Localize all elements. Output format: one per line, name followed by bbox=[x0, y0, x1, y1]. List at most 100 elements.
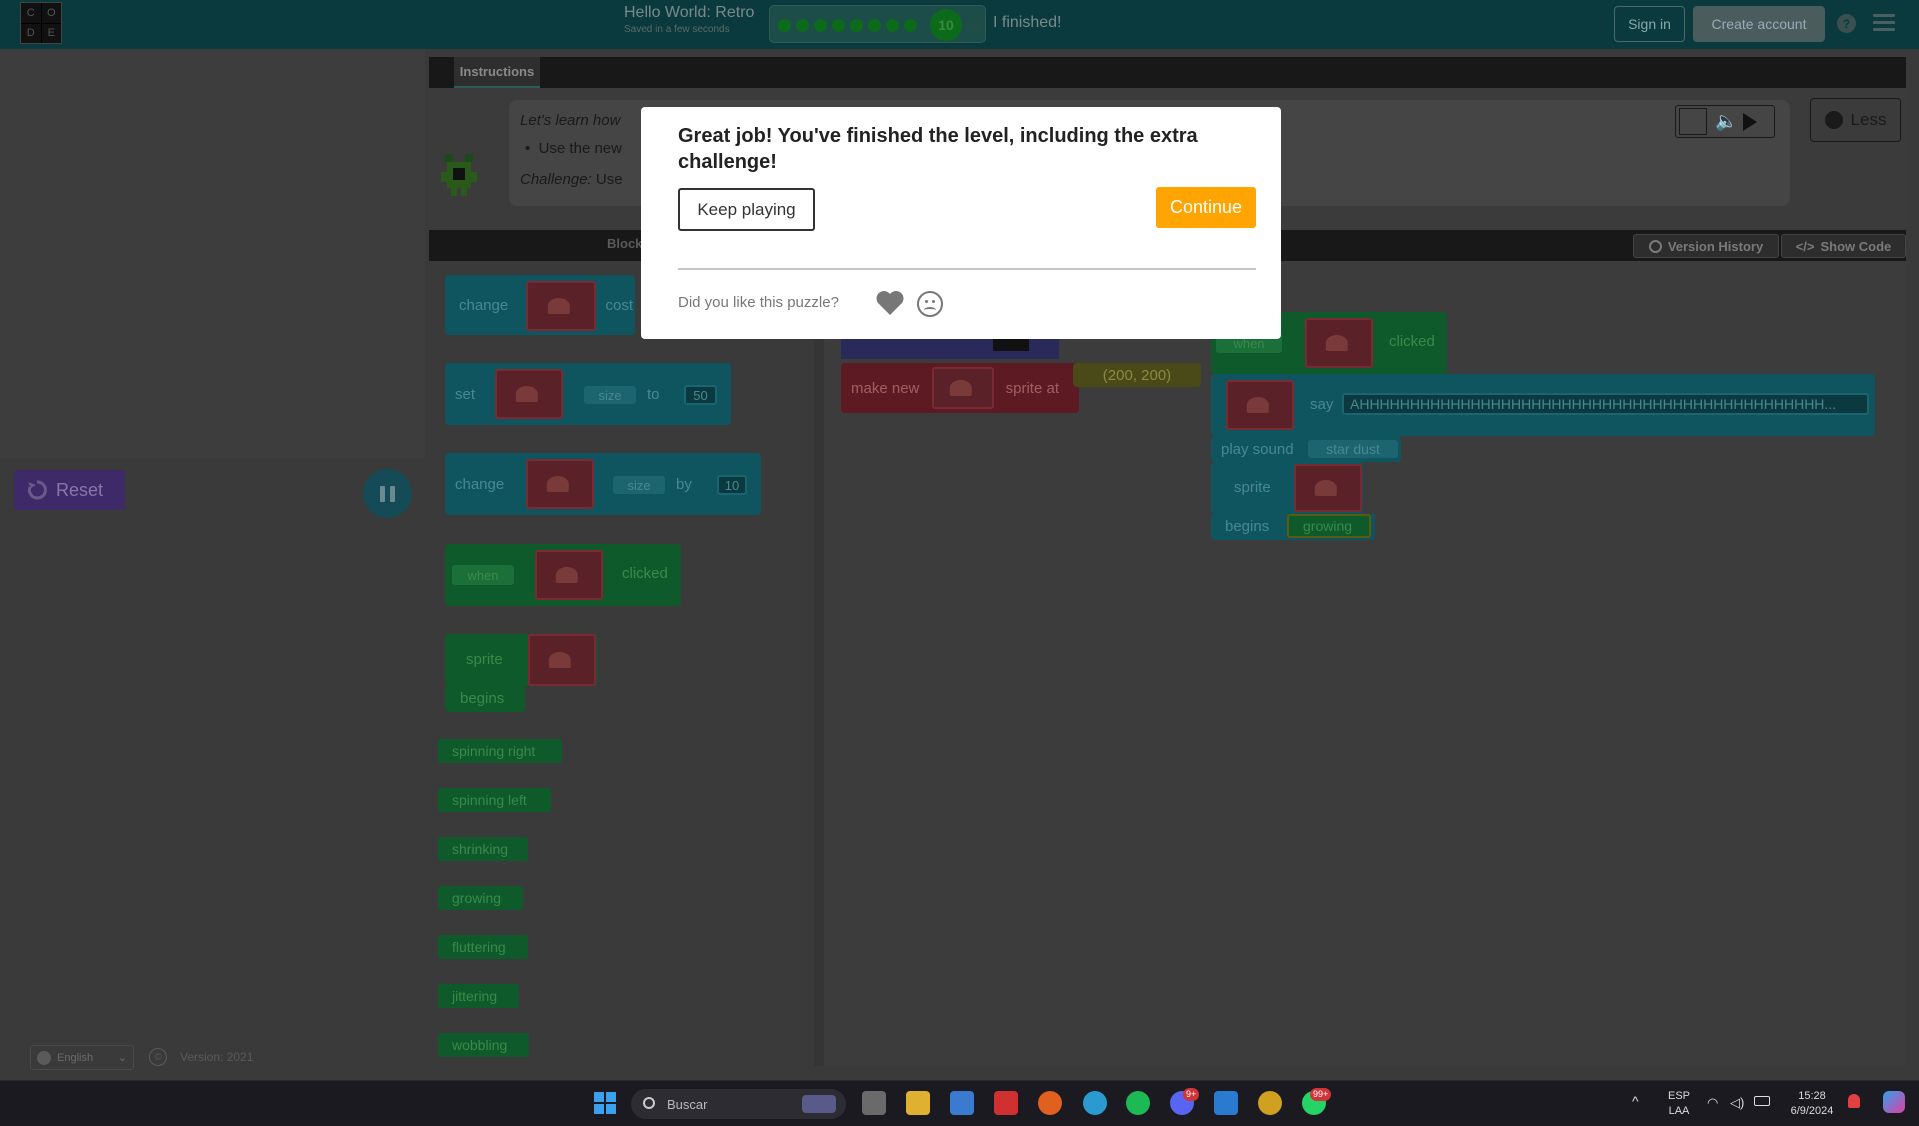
progress-dot[interactable] bbox=[850, 19, 863, 32]
copilot-icon[interactable] bbox=[1883, 1091, 1905, 1113]
code-icon: </> bbox=[1795, 238, 1815, 254]
less-button[interactable]: Less bbox=[1810, 98, 1901, 142]
block-label: sprite bbox=[466, 651, 503, 668]
level-title: Hello World: Retro bbox=[624, 4, 755, 21]
sprite-picker[interactable] bbox=[932, 367, 994, 409]
sound-dropdown[interactable]: star dust bbox=[1308, 440, 1398, 458]
reset-label: Reset bbox=[56, 479, 104, 500]
block-label: clicked bbox=[622, 565, 668, 582]
notification-bell-icon[interactable] bbox=[1848, 1094, 1860, 1108]
edge-icon[interactable] bbox=[1083, 1091, 1107, 1115]
sprite-picker[interactable] bbox=[526, 459, 594, 509]
help-icon[interactable]: ? bbox=[1837, 14, 1856, 33]
text-to-speech-icon[interactable] bbox=[1679, 108, 1707, 135]
file-explorer-icon[interactable] bbox=[906, 1091, 930, 1115]
show-code-button[interactable]: </> Show Code bbox=[1781, 234, 1906, 258]
chevron-up-icon bbox=[1824, 111, 1843, 129]
logo-letter: O bbox=[41, 3, 61, 23]
app-icon[interactable] bbox=[994, 1091, 1018, 1115]
hamburger-menu-icon[interactable] bbox=[1873, 14, 1895, 32]
toolbox-scrollbar[interactable] bbox=[814, 261, 824, 1066]
behavior-block[interactable]: spinning left bbox=[438, 788, 551, 812]
sprite-picker[interactable] bbox=[1294, 464, 1362, 512]
change-size-block[interactable]: change bbox=[445, 453, 761, 515]
current-level-dot[interactable]: 10 bbox=[930, 9, 962, 41]
play-icon[interactable] bbox=[1743, 112, 1758, 131]
block-label: clicked bbox=[1389, 333, 1435, 350]
chrome-icon[interactable] bbox=[1258, 1091, 1282, 1115]
sad-face-icon[interactable] bbox=[917, 291, 943, 317]
progress-dot[interactable] bbox=[904, 19, 917, 32]
whatsapp-badge: 99+ bbox=[1310, 1088, 1332, 1101]
progress-dot[interactable] bbox=[886, 19, 899, 32]
sprite-picker[interactable] bbox=[495, 369, 563, 419]
sprite-picker[interactable] bbox=[526, 281, 596, 331]
say-text-input[interactable]: AHHHHHHHHHHHHHHHHHHHHHHHHHHHHHHHHHHHHHHH… bbox=[1342, 393, 1869, 415]
number-input[interactable]: 10 bbox=[717, 475, 747, 495]
pause-button[interactable] bbox=[363, 469, 412, 518]
number-input[interactable]: 50 bbox=[684, 385, 717, 405]
taskbar-search[interactable]: Buscar bbox=[631, 1089, 846, 1119]
volume-icon[interactable]: 🔈 bbox=[1715, 111, 1737, 132]
reset-button[interactable]: Reset bbox=[14, 470, 125, 510]
block-label: change bbox=[455, 475, 505, 493]
continue-button[interactable]: Continue bbox=[1156, 187, 1256, 228]
color-swatch[interactable] bbox=[993, 339, 1029, 351]
tab-instructions[interactable]: Instructions bbox=[454, 57, 540, 88]
progress-dot[interactable] bbox=[778, 19, 791, 32]
store-icon[interactable] bbox=[950, 1091, 974, 1115]
sprite-picker[interactable] bbox=[535, 550, 603, 600]
input-language[interactable]: ESP LAA bbox=[1664, 1089, 1694, 1119]
block-label: sprite at bbox=[1005, 379, 1059, 397]
instructions-line: Let's learn how bbox=[520, 112, 621, 129]
chevron-up-icon[interactable]: ^ bbox=[1632, 1093, 1639, 1109]
behavior-block[interactable]: growing bbox=[438, 886, 523, 910]
create-account-button[interactable]: Create account bbox=[1693, 6, 1825, 42]
finished-link[interactable]: I finished! bbox=[993, 14, 1061, 32]
behavior-block[interactable]: shrinking bbox=[438, 837, 528, 861]
language-select[interactable]: English ⌄ bbox=[30, 1045, 134, 1070]
location-block[interactable]: (200, 200) bbox=[1073, 363, 1201, 387]
block-label: play sound bbox=[1221, 440, 1294, 458]
show-code-label: Show Code bbox=[1820, 238, 1892, 254]
behavior-block[interactable]: jittering bbox=[438, 984, 519, 1008]
sprite-picker[interactable] bbox=[1226, 380, 1294, 430]
progress-dot[interactable] bbox=[868, 19, 881, 32]
progress-dot[interactable] bbox=[796, 19, 809, 32]
progress-dot[interactable] bbox=[814, 19, 827, 32]
sign-in-button[interactable]: Sign in bbox=[1614, 6, 1685, 42]
saved-status: Saved in a few seconds bbox=[624, 24, 730, 35]
keep-playing-button[interactable]: Keep playing bbox=[678, 188, 815, 231]
firefox-icon[interactable] bbox=[1038, 1091, 1062, 1115]
volume-icon[interactable]: ◁) bbox=[1730, 1095, 1744, 1111]
version-history-label: Version History bbox=[1667, 238, 1764, 254]
version-history-button[interactable]: Version History bbox=[1633, 234, 1779, 258]
event-dropdown[interactable]: when bbox=[452, 565, 514, 585]
sprite-picker[interactable] bbox=[1305, 318, 1373, 368]
property-dropdown[interactable]: size bbox=[613, 476, 665, 494]
bonus-level-dot[interactable] bbox=[969, 20, 979, 30]
game-stage[interactable] bbox=[0, 49, 425, 459]
behavior-block[interactable]: wobbling bbox=[438, 1033, 529, 1057]
version-label: Version: 2021 bbox=[180, 1050, 254, 1064]
progress-dot[interactable] bbox=[832, 19, 845, 32]
behavior-block[interactable]: growing bbox=[1287, 514, 1371, 538]
battery-icon[interactable] bbox=[1754, 1096, 1770, 1106]
wifi-icon[interactable]: ◠ bbox=[1707, 1095, 1718, 1111]
copyright-icon[interactable]: © bbox=[149, 1048, 167, 1066]
code-org-logo[interactable]: C O D E bbox=[20, 2, 62, 44]
heart-icon[interactable] bbox=[875, 290, 905, 316]
block-label: to bbox=[647, 386, 660, 403]
clock[interactable]: 15:28 6/9/2024 bbox=[1782, 1089, 1842, 1119]
spotify-icon[interactable] bbox=[1126, 1091, 1150, 1115]
task-view-icon[interactable] bbox=[862, 1091, 886, 1115]
block-label: begins bbox=[460, 690, 505, 707]
pause-icon bbox=[380, 485, 385, 502]
sprite-picker[interactable] bbox=[528, 634, 596, 686]
property-dropdown[interactable]: size bbox=[584, 386, 636, 404]
behavior-block[interactable]: spinning right bbox=[438, 739, 562, 763]
windows-start-icon[interactable] bbox=[593, 1091, 617, 1115]
level-title-group: Hello World: Retro Saved in a few second… bbox=[624, 4, 754, 35]
vscode-icon[interactable] bbox=[1214, 1091, 1238, 1115]
behavior-block[interactable]: fluttering bbox=[438, 935, 528, 959]
